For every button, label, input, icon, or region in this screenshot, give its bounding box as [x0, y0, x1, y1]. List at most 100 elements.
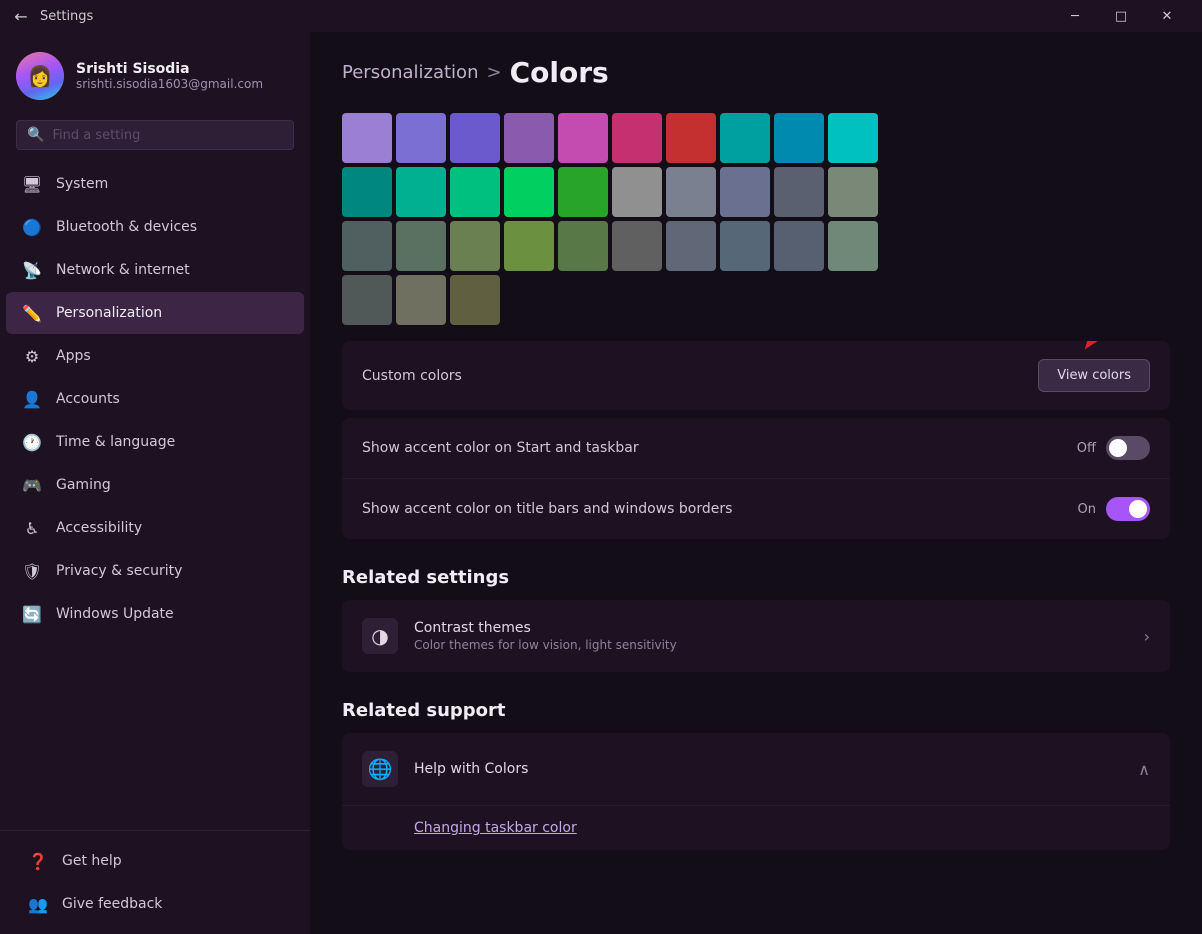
apps-icon: ⚙ — [22, 346, 42, 366]
sidebar-item-privacy-label: Privacy & security — [56, 563, 182, 579]
accent-titlebars-row: Show accent color on title bars and wind… — [342, 479, 1170, 539]
color-swatch[interactable] — [504, 221, 554, 271]
search-input[interactable] — [52, 128, 283, 143]
accent-taskbar-row: Show accent color on Start and taskbar O… — [342, 418, 1170, 479]
color-swatch[interactable] — [450, 275, 500, 325]
sidebar-item-system-label: System — [56, 176, 108, 192]
content-area: Personalization > Colors Custom colors — [310, 32, 1202, 934]
personalization-icon: ✏️ — [22, 303, 42, 323]
color-swatch[interactable] — [774, 167, 824, 217]
close-button[interactable]: ✕ — [1144, 0, 1190, 32]
sidebar-item-accessibility[interactable]: ♿ Accessibility — [6, 507, 304, 549]
sidebar-item-accessibility-label: Accessibility — [56, 520, 142, 536]
sidebar-item-time[interactable]: 🕐 Time & language — [6, 421, 304, 463]
sidebar-item-apps-label: Apps — [56, 348, 91, 364]
search-box[interactable]: 🔍 — [16, 120, 294, 150]
color-swatch[interactable] — [828, 221, 878, 271]
titlebar-title: Settings — [40, 9, 1042, 24]
accessibility-icon: ♿ — [22, 518, 42, 538]
color-swatch[interactable] — [504, 167, 554, 217]
color-swatch[interactable] — [666, 221, 716, 271]
sidebar-item-help[interactable]: ❓ Get help — [12, 840, 298, 882]
sidebar-item-accounts[interactable]: 👤 Accounts — [6, 378, 304, 420]
sidebar-item-network-label: Network & internet — [56, 262, 190, 278]
sidebar-item-feedback[interactable]: 👥 Give feedback — [12, 883, 298, 925]
contrast-themes-title: Contrast themes — [414, 620, 1128, 636]
user-email: srishti.sisodia1603@gmail.com — [76, 77, 263, 91]
sidebar-item-help-label: Get help — [62, 853, 122, 869]
feedback-icon: 👥 — [28, 894, 48, 914]
sidebar-item-bluetooth[interactable]: 🔵 Bluetooth & devices — [6, 206, 304, 248]
color-swatch[interactable] — [828, 113, 878, 163]
color-swatch[interactable] — [396, 221, 446, 271]
maximize-button[interactable]: □ — [1098, 0, 1144, 32]
back-button[interactable]: ← — [12, 7, 30, 25]
accounts-icon: 👤 — [22, 389, 42, 409]
nav-list: 🖥 System 🔵 Bluetooth & devices 📡 Network… — [0, 162, 310, 636]
accent-titlebars-state: On — [1078, 502, 1096, 517]
contrast-themes-row[interactable]: ◑ Contrast themes Color themes for low v… — [342, 600, 1170, 672]
accent-color-section: Show accent color on Start and taskbar O… — [342, 418, 1170, 539]
related-support-card: 🌐 Help with Colors ∧ Changing taskbar co… — [342, 733, 1170, 850]
color-swatch[interactable] — [612, 221, 662, 271]
sidebar-item-personalization[interactable]: ✏️ Personalization — [6, 292, 304, 334]
breadcrumb-separator: > — [486, 62, 501, 83]
accent-titlebars-toggle[interactable] — [1106, 497, 1150, 521]
sidebar-item-apps[interactable]: ⚙ Apps — [6, 335, 304, 377]
color-swatch[interactable] — [342, 221, 392, 271]
color-swatch[interactable] — [774, 113, 824, 163]
help-colors-icon: 🌐 — [362, 751, 398, 787]
sidebar-item-system[interactable]: 🖥 System — [6, 163, 304, 205]
color-swatch[interactable] — [774, 221, 824, 271]
color-swatch[interactable] — [666, 113, 716, 163]
minimize-button[interactable]: ─ — [1052, 0, 1098, 32]
contrast-themes-icon: ◑ — [362, 618, 398, 654]
color-swatch[interactable] — [504, 113, 554, 163]
sidebar-item-time-label: Time & language — [56, 434, 175, 450]
sidebar-item-update[interactable]: 🔄 Windows Update — [6, 593, 304, 635]
color-swatch[interactable] — [450, 113, 500, 163]
sidebar-item-gaming[interactable]: 🎮 Gaming — [6, 464, 304, 506]
color-swatch[interactable] — [720, 113, 770, 163]
color-swatch[interactable] — [396, 275, 446, 325]
sidebar-item-privacy[interactable]: 🛡 Privacy & security — [6, 550, 304, 592]
color-swatch[interactable] — [558, 167, 608, 217]
color-swatch[interactable] — [396, 113, 446, 163]
sidebar-item-personalization-label: Personalization — [56, 305, 162, 321]
changing-taskbar-color-link[interactable]: Changing taskbar color — [342, 805, 1170, 850]
color-swatch[interactable] — [342, 275, 392, 325]
color-swatch[interactable] — [612, 113, 662, 163]
help-colors-row[interactable]: 🌐 Help with Colors ∧ — [342, 733, 1170, 805]
accent-taskbar-label: Show accent color on Start and taskbar — [362, 440, 639, 456]
custom-colors-section: Custom colors View colors — [342, 341, 1170, 410]
system-icon: 🖥 — [22, 174, 42, 194]
related-settings-header: Related settings — [342, 567, 1170, 588]
color-swatch[interactable] — [342, 167, 392, 217]
color-swatch[interactable] — [450, 221, 500, 271]
avatar: 👩 — [16, 52, 64, 100]
breadcrumb-parent[interactable]: Personalization — [342, 62, 478, 83]
custom-colors-label: Custom colors — [362, 368, 462, 384]
color-swatch[interactable] — [558, 221, 608, 271]
network-icon: 📡 — [22, 260, 42, 280]
sidebar-item-feedback-label: Give feedback — [62, 896, 162, 912]
color-swatch[interactable] — [558, 113, 608, 163]
custom-colors-row: Custom colors View colors — [342, 341, 1170, 410]
color-swatch[interactable] — [450, 167, 500, 217]
accent-taskbar-toggle[interactable] — [1106, 436, 1150, 460]
color-swatch[interactable] — [612, 167, 662, 217]
accent-titlebars-label: Show accent color on title bars and wind… — [362, 501, 732, 517]
view-colors-button[interactable]: View colors — [1038, 359, 1150, 392]
color-swatch[interactable] — [396, 167, 446, 217]
sidebar: 👩 Srishti Sisodia srishti.sisodia1603@gm… — [0, 32, 310, 934]
color-swatch[interactable] — [720, 167, 770, 217]
time-icon: 🕐 — [22, 432, 42, 452]
color-swatch[interactable] — [342, 113, 392, 163]
chevron-up-icon: ∧ — [1138, 760, 1150, 779]
color-swatch[interactable] — [720, 221, 770, 271]
color-swatch[interactable] — [828, 167, 878, 217]
user-name: Srishti Sisodia — [76, 61, 263, 77]
color-swatch[interactable] — [666, 167, 716, 217]
breadcrumb: Personalization > Colors — [342, 56, 1170, 89]
sidebar-item-network[interactable]: 📡 Network & internet — [6, 249, 304, 291]
